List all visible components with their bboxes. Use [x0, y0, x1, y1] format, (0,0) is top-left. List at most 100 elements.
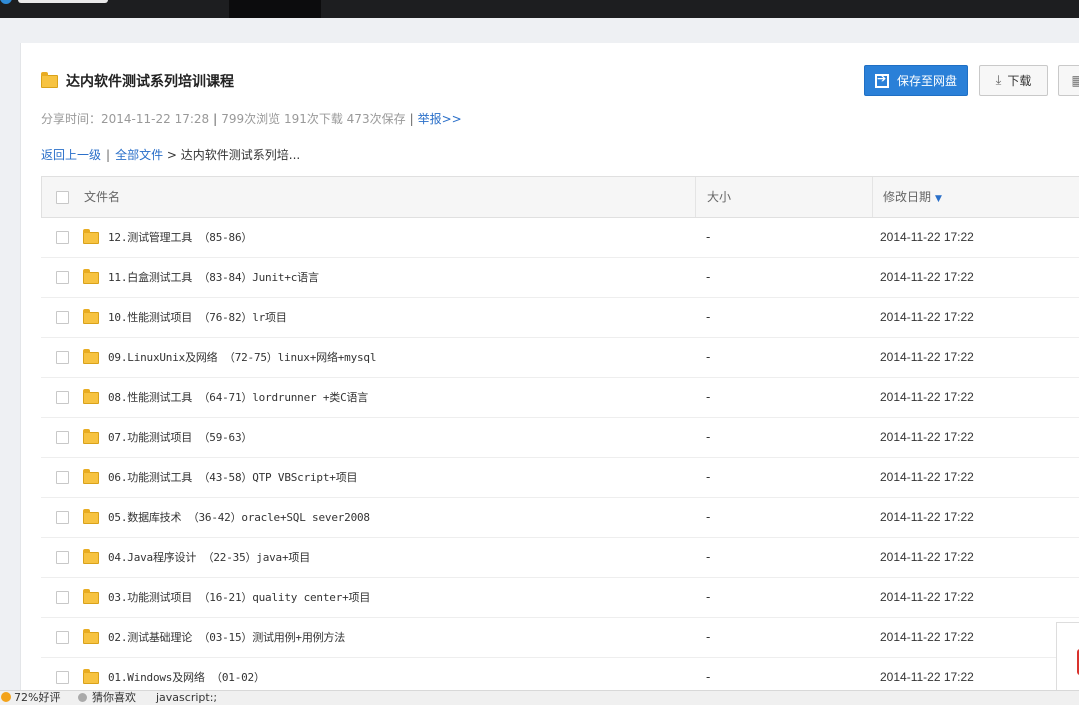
folder-icon — [83, 229, 99, 244]
save-to-disk-button[interactable]: 保存至网盘 — [864, 65, 968, 96]
file-name-link[interactable]: 11.白盒测试工具 （83-84）Junit+c语言 — [108, 258, 319, 297]
folder-icon — [41, 71, 58, 88]
report-link[interactable]: 举报>> — [418, 112, 462, 126]
table-row[interactable]: 12.测试管理工具 （85-86） - 2014-11-22 17:22 — [41, 218, 1079, 258]
file-modified-date: 2014-11-22 17:22 — [880, 590, 974, 604]
share-panel: 达内软件测试系列培训课程 保存至网盘 ⤓ 下载 ▦ 分享时间：2014-11-2… — [20, 43, 1079, 704]
column-header-name[interactable]: 文件名 — [84, 177, 120, 217]
guess-icon — [78, 693, 87, 702]
save-to-disk-label: 保存至网盘 — [896, 74, 957, 88]
file-size: - — [706, 510, 711, 524]
share-time-label: 分享时间： — [41, 112, 102, 126]
table-row[interactable]: 03.功能测试项目 （16-21）quality center+项目 - 2014-… — [41, 578, 1079, 618]
row-checkbox[interactable] — [56, 231, 69, 244]
share-time: 2014-11-22 17:28 — [101, 112, 210, 126]
folder-icon — [83, 429, 99, 444]
row-checkbox[interactable] — [56, 311, 69, 324]
meta-separator: | — [409, 112, 414, 126]
folder-icon — [83, 589, 99, 604]
file-name-link[interactable]: 09.LinuxUnix及网络 （72-75）linux+网络+mysql — [108, 338, 376, 377]
rating-text: 72%好评 — [14, 691, 61, 704]
file-size: - — [706, 590, 711, 604]
file-size: - — [706, 470, 711, 484]
file-name-link[interactable]: 12.测试管理工具 （85-86） — [108, 218, 252, 257]
folder-icon — [83, 669, 99, 684]
breadcrumb: 返回上一级 | 全部文件 > 达内软件测试系列培... — [41, 146, 300, 163]
row-checkbox[interactable] — [56, 631, 69, 644]
table-row[interactable]: 05.数据库技术 （36-42）oracle+SQL sever2008 - 201… — [41, 498, 1079, 538]
logo-wordmark — [18, 0, 108, 3]
row-checkbox[interactable] — [56, 511, 69, 524]
table-row[interactable]: 08.性能测试工具 （64-71）lordrunner +类C语言 - 2014-1… — [41, 378, 1079, 418]
breadcrumb-arrow: > — [166, 148, 177, 162]
row-checkbox[interactable] — [56, 551, 69, 564]
guess-item[interactable]: 猜你喜欢 — [78, 691, 136, 705]
save-count: 473次保存 — [346, 112, 406, 126]
status-url: javascript:; — [156, 691, 218, 704]
row-checkbox[interactable] — [56, 671, 69, 684]
file-size: - — [706, 430, 711, 444]
breadcrumb-back-link[interactable]: 返回上一级 — [41, 148, 101, 162]
file-name-link[interactable]: 04.Java程序设计 （22-35）java+项目 — [108, 538, 310, 577]
select-all-checkbox[interactable] — [56, 191, 69, 204]
breadcrumb-all-files-link[interactable]: 全部文件 — [115, 148, 163, 162]
meta-separator: | — [213, 112, 218, 126]
file-name-link[interactable]: 02.测试基础理论 （03-15）测试用例+用例方法 — [108, 618, 345, 657]
folder-icon — [83, 509, 99, 524]
share-meta: 分享时间：2014-11-22 17:28 | 799次浏览 191次下载 473次… — [41, 110, 462, 127]
guess-text: 猜你喜欢 — [92, 691, 136, 704]
file-table-header: 文件名 大小 修改日期 ▼ — [41, 176, 1079, 218]
folder-icon — [83, 269, 99, 284]
table-row[interactable]: 06.功能测试工具 （43-58）QTP VBScript+项目 - 2014-11… — [41, 458, 1079, 498]
row-checkbox[interactable] — [56, 271, 69, 284]
qrcode-button[interactable]: ▦ — [1058, 65, 1079, 96]
row-checkbox[interactable] — [56, 591, 69, 604]
row-checkbox[interactable] — [56, 391, 69, 404]
select-all-cell — [56, 177, 69, 217]
breadcrumb-divider: | — [106, 148, 111, 162]
download-icon: ⤓ — [995, 73, 1002, 88]
download-button[interactable]: ⤓ 下载 — [979, 65, 1048, 96]
view-count: 799次浏览 — [221, 112, 281, 126]
table-row[interactable]: 02.测试基础理论 （03-15）测试用例+用例方法 - 2014-11-22 17… — [41, 618, 1079, 658]
table-row[interactable]: 11.白盒测试工具 （83-84）Junit+c语言 - 2014-11-22 17… — [41, 258, 1079, 298]
file-modified-date: 2014-11-22 17:22 — [880, 430, 974, 444]
file-size: - — [706, 230, 711, 244]
column-header-size[interactable]: 大小 — [707, 177, 731, 217]
top-navbar — [0, 0, 1079, 18]
nav-tab-active[interactable] — [229, 0, 321, 18]
file-modified-date: 2014-11-22 17:22 — [880, 550, 974, 564]
row-checkbox[interactable] — [56, 431, 69, 444]
file-name-link[interactable]: 08.性能测试工具 （64-71）lordrunner +类C语言 — [108, 378, 368, 417]
folder-icon — [83, 309, 99, 324]
file-list: 12.测试管理工具 （85-86） -2014-11-22 17:22 11.白盒测… — [41, 218, 1079, 698]
file-name-link[interactable]: 07.功能测试项目 （59-63） — [108, 418, 252, 457]
table-row[interactable]: 07.功能测试项目 （59-63） - 2014-11-22 17:22 — [41, 418, 1079, 458]
folder-icon — [83, 629, 99, 644]
save-to-disk-icon — [874, 72, 889, 88]
qrcode-icon: ▦ — [1071, 72, 1079, 89]
column-header-modified-label: 修改日期 — [883, 190, 932, 204]
row-checkbox[interactable] — [56, 351, 69, 364]
column-divider — [695, 177, 696, 217]
file-modified-date: 2014-11-22 17:22 — [880, 270, 974, 284]
row-checkbox[interactable] — [56, 471, 69, 484]
share-title-row: 达内软件测试系列培训课程 — [41, 71, 234, 91]
file-name-link[interactable]: 03.功能测试项目 （16-21）quality center+项目 — [108, 578, 370, 617]
file-size: - — [706, 630, 711, 644]
file-name-link[interactable]: 10.性能测试项目 （76-82）lr项目 — [108, 298, 287, 337]
table-row[interactable]: 10.性能测试项目 （76-82）lr项目 - 2014-11-22 17:22 — [41, 298, 1079, 338]
folder-icon — [83, 349, 99, 364]
file-name-link[interactable]: 05.数据库技术 （36-42）oracle+SQL sever2008 — [108, 498, 370, 537]
site-logo[interactable] — [0, 0, 120, 4]
file-modified-date: 2014-11-22 17:22 — [880, 510, 974, 524]
table-row[interactable]: 09.LinuxUnix及网络 （72-75）linux+网络+mysql - 20… — [41, 338, 1079, 378]
rating-icon — [1, 692, 11, 702]
rating-item[interactable]: 72%好评 — [1, 691, 60, 705]
file-modified-date: 2014-11-22 17:22 — [880, 470, 974, 484]
table-row[interactable]: 04.Java程序设计 （22-35）java+项目 - 2014-11-22 17… — [41, 538, 1079, 578]
column-header-modified[interactable]: 修改日期 ▼ — [883, 177, 942, 217]
file-size: - — [706, 550, 711, 564]
file-name-link[interactable]: 06.功能测试工具 （43-58）QTP VBScript+项目 — [108, 458, 357, 497]
folder-icon — [83, 469, 99, 484]
